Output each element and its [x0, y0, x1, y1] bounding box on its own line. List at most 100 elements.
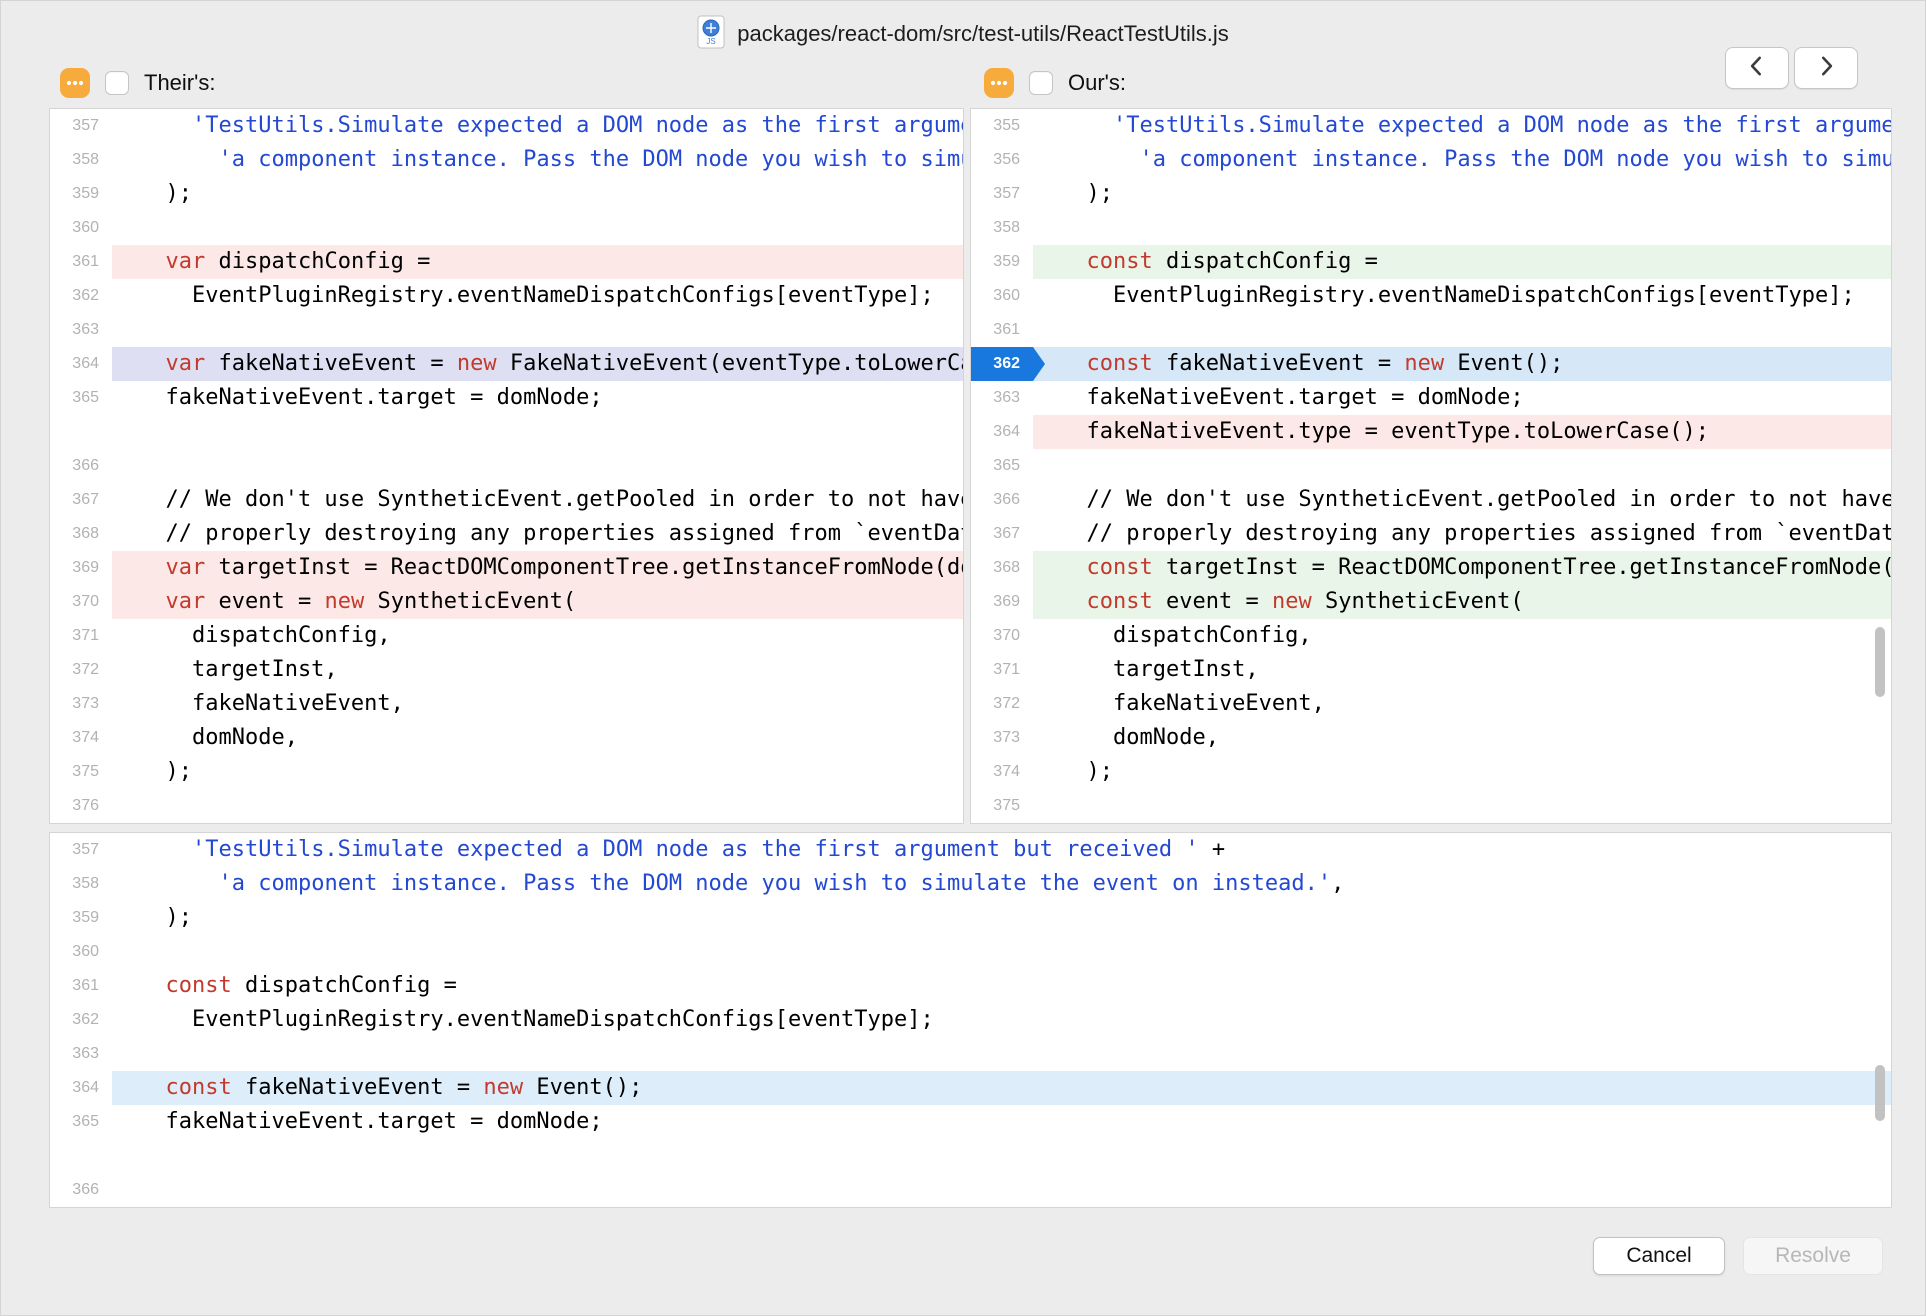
line-number: 367: [971, 517, 1033, 551]
line-number: 358: [50, 143, 112, 177]
code-line: 360: [50, 935, 1891, 969]
line-number: 369: [971, 585, 1033, 619]
line-number: 357: [971, 177, 1033, 211]
code-line: 367 // properly destroying any propertie…: [971, 517, 1891, 551]
code-line: 358 'a component instance. Pass the DOM …: [50, 867, 1891, 901]
code-text: 'TestUtils.Simulate expected a DOM node …: [112, 109, 963, 143]
code-line[interactable]: 364 const fakeNativeEvent = new Event();: [50, 1071, 1891, 1105]
code-line[interactable]: 359 const dispatchConfig =: [971, 245, 1891, 279]
code-line[interactable]: 364 var fakeNativeEvent = new FakeNative…: [50, 347, 963, 381]
code-line[interactable]: 364 fakeNativeEvent.type = eventType.toL…: [971, 415, 1891, 449]
code-text: [112, 211, 963, 245]
resolve-button[interactable]: Resolve: [1743, 1237, 1883, 1275]
theirs-select-checkbox[interactable]: [105, 71, 129, 95]
code-text: [112, 313, 963, 347]
ours-ellipsis-icon[interactable]: [984, 68, 1014, 98]
line-number: 355: [971, 109, 1033, 143]
code-line[interactable]: 368 const targetInst = ReactDOMComponent…: [971, 551, 1891, 585]
code-line: 360 EventPluginRegistry.eventNameDispatc…: [971, 279, 1891, 313]
code-text: 'a component instance. Pass the DOM node…: [112, 867, 1891, 901]
code-text: targetInst,: [1033, 653, 1891, 687]
code-line[interactable]: 370 var event = new SyntheticEvent(: [50, 585, 963, 619]
code-line[interactable]: 361 var dispatchConfig =: [50, 245, 963, 279]
line-number: 362: [50, 1003, 112, 1037]
code-line: 374 );: [971, 755, 1891, 789]
line-number: 360: [971, 279, 1033, 313]
line-number: 364: [971, 415, 1033, 449]
code-text: const dispatchConfig =: [1033, 245, 1891, 279]
line-number: 358: [971, 211, 1033, 245]
ours-select-checkbox[interactable]: [1029, 71, 1053, 95]
code-text: dispatchConfig,: [1033, 619, 1891, 653]
code-text: );: [1033, 177, 1891, 211]
code-text: [112, 935, 1891, 969]
line-number: 357: [50, 109, 112, 143]
code-line: 358: [971, 211, 1891, 245]
line-number: 373: [50, 687, 112, 721]
code-text: [112, 415, 963, 449]
code-text: [112, 1173, 1891, 1207]
theirs-ellipsis-icon[interactable]: [60, 68, 90, 98]
line-number: 366: [50, 449, 112, 483]
code-line: 363 fakeNativeEvent.target = domNode;: [971, 381, 1891, 415]
code-line: 373 fakeNativeEvent,: [50, 687, 963, 721]
cancel-button[interactable]: Cancel: [1593, 1237, 1725, 1275]
code-line: 376: [50, 789, 963, 823]
code-line: 359 );: [50, 177, 963, 211]
theirs-label: Their's:: [144, 70, 215, 96]
line-number: 363: [50, 313, 112, 347]
code-line: 360: [50, 211, 963, 245]
previous-conflict-button[interactable]: [1725, 47, 1789, 89]
line-number: 365: [50, 381, 112, 415]
code-line: 371 targetInst,: [971, 653, 1891, 687]
code-text: const event = new SyntheticEvent(: [1033, 585, 1891, 619]
code-text: // properly destroying any properties as…: [112, 517, 963, 551]
line-number: 375: [971, 789, 1033, 823]
merged-scrollbar-thumb[interactable]: [1875, 1065, 1885, 1121]
code-text: var event = new SyntheticEvent(: [112, 585, 963, 619]
code-line: 361: [971, 313, 1891, 347]
code-text: // We don't use SyntheticEvent.getPooled…: [1033, 483, 1891, 517]
code-line: 367 // We don't use SyntheticEvent.getPo…: [50, 483, 963, 517]
code-text: targetInst,: [112, 653, 963, 687]
code-line: 365 fakeNativeEvent.target = domNode;: [50, 381, 963, 415]
line-number: 374: [50, 721, 112, 755]
line-number: 373: [971, 721, 1033, 755]
selected-conflict-line-badge[interactable]: 362: [971, 347, 1033, 381]
code-line: 366: [50, 1173, 1891, 1207]
next-conflict-button[interactable]: [1794, 47, 1858, 89]
line-number: 363: [971, 381, 1033, 415]
code-line[interactable]: 362 const fakeNativeEvent = new Event();: [971, 347, 1891, 381]
code-line[interactable]: 369 var targetInst = ReactDOMComponentTr…: [50, 551, 963, 585]
line-number: 367: [50, 483, 112, 517]
code-line: 372 fakeNativeEvent,: [971, 687, 1891, 721]
code-line: 361 const dispatchConfig =: [50, 969, 1891, 1003]
line-number: 358: [50, 867, 112, 901]
line-number: 359: [50, 901, 112, 935]
js-file-icon: JS: [697, 15, 725, 54]
code-line[interactable]: 369 const event = new SyntheticEvent(: [971, 585, 1891, 619]
titlebar: JS packages/react-dom/src/test-utils/Rea…: [0, 12, 1926, 56]
code-spacer-row: [50, 1139, 1891, 1173]
ours-scrollbar-thumb[interactable]: [1875, 627, 1885, 697]
code-text: );: [112, 755, 963, 789]
code-text: fakeNativeEvent,: [112, 687, 963, 721]
line-number: 357: [50, 833, 112, 867]
code-spacer-row: [50, 415, 963, 449]
line-number: 370: [971, 619, 1033, 653]
code-text: [112, 789, 963, 823]
line-number: 364: [50, 1071, 112, 1105]
code-text: var fakeNativeEvent = new FakeNativeEven…: [112, 347, 963, 381]
line-number: 375: [50, 755, 112, 789]
line-number: 376: [50, 789, 112, 823]
code-line: 356 'a component instance. Pass the DOM …: [971, 143, 1891, 177]
ours-code-pane: 355 'TestUtils.Simulate expected a DOM n…: [970, 108, 1892, 824]
code-line: 362 EventPluginRegistry.eventNameDispatc…: [50, 279, 963, 313]
code-line: 366: [50, 449, 963, 483]
code-line: 359 );: [50, 901, 1891, 935]
code-line: 357 'TestUtils.Simulate expected a DOM n…: [50, 833, 1891, 867]
line-number: [50, 415, 112, 449]
code-text: // properly destroying any properties as…: [1033, 517, 1891, 551]
file-path-title: packages/react-dom/src/test-utils/ReactT…: [737, 21, 1229, 47]
code-line: 362 EventPluginRegistry.eventNameDispatc…: [50, 1003, 1891, 1037]
